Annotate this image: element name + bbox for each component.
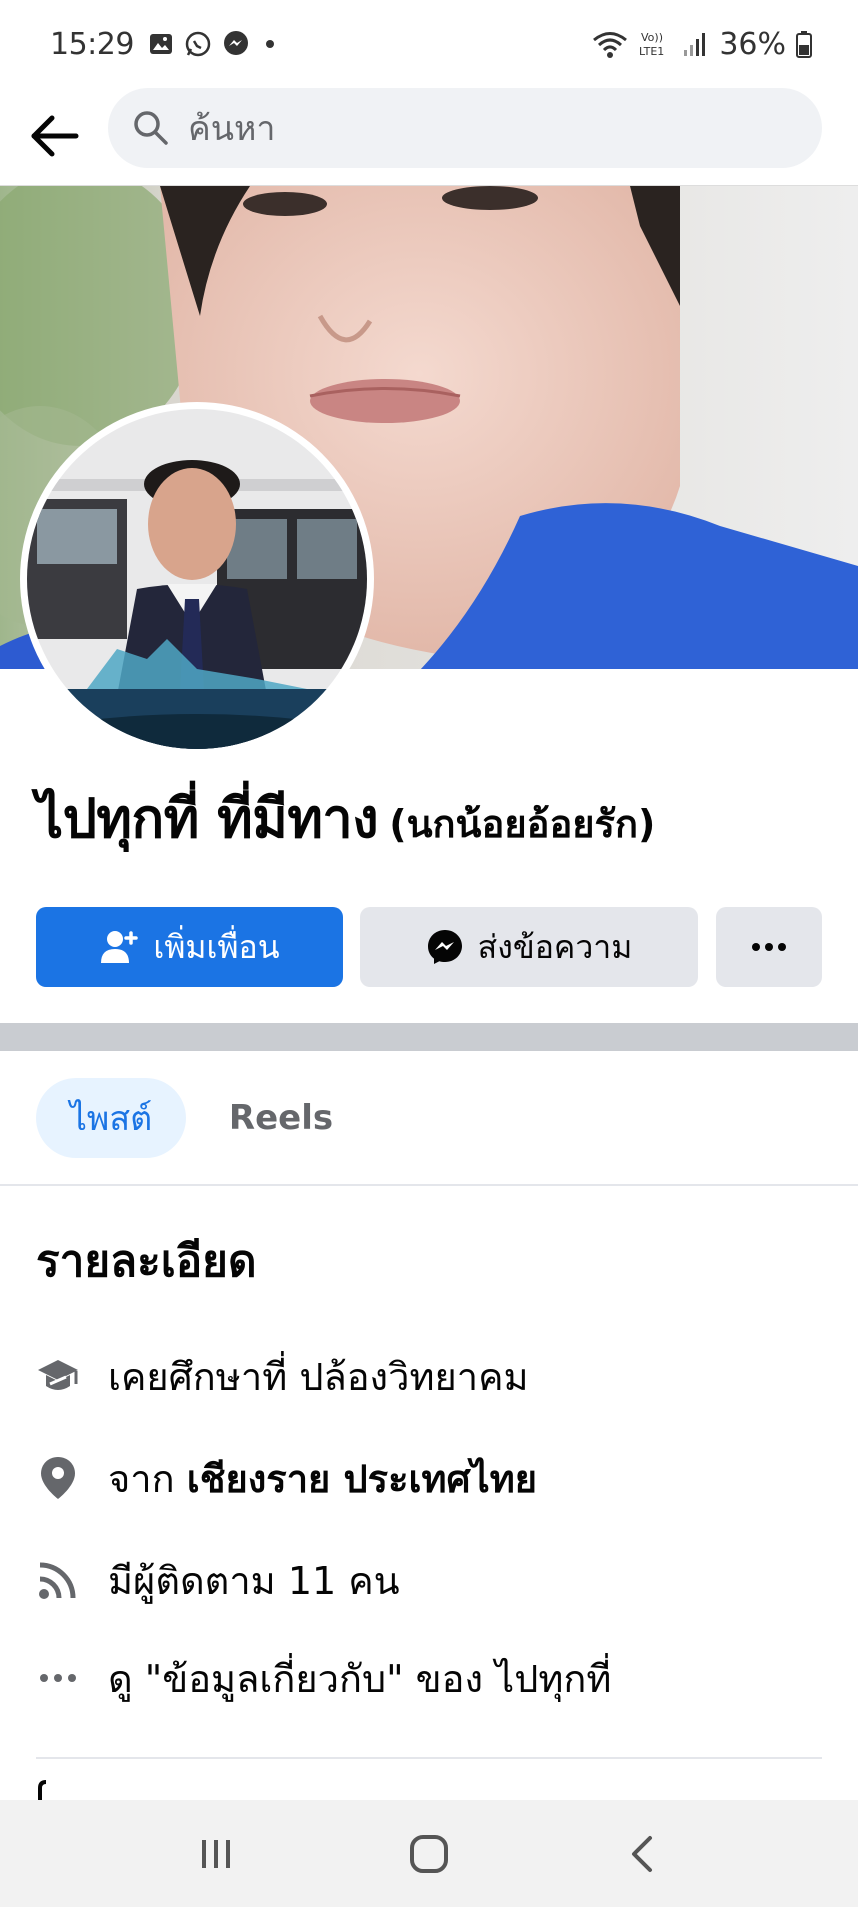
- person-plus-icon: [99, 929, 139, 965]
- details-title: รายละเอียด: [36, 1236, 257, 1287]
- location-pin-icon: [36, 1456, 80, 1500]
- profile-avatar[interactable]: [20, 402, 374, 756]
- recent-apps-icon: [202, 1839, 231, 1868]
- arrow-left-icon: [31, 115, 79, 157]
- signal-icon: [684, 33, 706, 56]
- followers-text: มีผู้ติดตาม 11 คน: [108, 1558, 400, 1603]
- tab-reels[interactable]: Reels: [206, 1078, 356, 1158]
- detail-education[interactable]: เคยศึกษาที่ ปล้องวิทยาคม: [36, 1346, 836, 1406]
- messenger-notification-icon: [223, 31, 248, 55]
- profile-actions: เพิ่มเพื่อน ส่งข้อความ: [36, 907, 822, 987]
- profile-alternate-name: (นกน้อยอ้อยรัก): [389, 802, 656, 846]
- location-text: จาก เชียงราย ประเทศไทย: [108, 1448, 537, 1509]
- location-prefix: จาก: [108, 1456, 187, 1501]
- status-bar: 15:29 Vo)) LTE1 36%: [0, 0, 858, 88]
- tab-posts[interactable]: ไพสต์: [36, 1078, 186, 1158]
- status-right: Vo)) LTE1 36%: [591, 0, 812, 88]
- detail-followers[interactable]: มีผู้ติดตาม 11 คน: [36, 1550, 836, 1610]
- detail-see-about[interactable]: ดู "ข้อมูลเกี่ยวกับ" ของ ไปทุกที่: [36, 1648, 836, 1708]
- back-nav-button[interactable]: [602, 1814, 682, 1894]
- messenger-icon: [426, 928, 464, 966]
- section-divider: [0, 1023, 858, 1051]
- home-button[interactable]: [389, 1814, 469, 1894]
- see-about-text: ดู "ข้อมูลเกี่ยวกับ" ของ ไปทุกที่: [108, 1656, 612, 1701]
- message-button[interactable]: ส่งข้อความ: [360, 907, 698, 987]
- recent-apps-button[interactable]: [176, 1814, 256, 1894]
- more-dots-icon: [36, 1656, 80, 1700]
- avatar-image: [27, 409, 367, 749]
- battery-icon: [796, 31, 812, 58]
- volte-icon: Vo))LTE1: [639, 31, 664, 58]
- more-dots-icon: [752, 943, 786, 951]
- education-text: เคยศึกษาที่ ปล้องวิทยาคม: [108, 1354, 529, 1399]
- battery-percent: 36%: [719, 26, 786, 62]
- chevron-left-icon: [631, 1835, 652, 1872]
- add-friend-button[interactable]: เพิ่มเพื่อน: [36, 907, 343, 987]
- status-time: 15:29: [50, 26, 134, 62]
- search-input[interactable]: ค้นหา: [108, 88, 822, 168]
- home-icon: [409, 1834, 448, 1873]
- avatar: [27, 409, 367, 749]
- next-section-peek: [36, 1780, 76, 1800]
- top-bar: ค้นหา: [0, 88, 858, 184]
- profile-tabs: ไพสต์ Reels: [0, 1051, 858, 1186]
- svg-text:Vo)): Vo)): [641, 31, 663, 44]
- more-options-button[interactable]: [716, 907, 822, 987]
- message-label: ส่งข้อความ: [477, 927, 633, 966]
- wifi-icon: [593, 32, 628, 58]
- dot-icon: [265, 40, 274, 48]
- rss-icon: [36, 1558, 80, 1602]
- profile-name: ไปทุกที่ ที่มีทาง (นกน้อยอ้อยรัก): [36, 775, 836, 861]
- detail-location[interactable]: จาก เชียงราย ประเทศไทย: [36, 1448, 836, 1508]
- profile-name-main: ไปทุกที่ ที่มีทาง: [36, 787, 379, 850]
- svg-text:LTE1: LTE1: [639, 45, 664, 58]
- notification-icons: [148, 30, 280, 58]
- back-button[interactable]: [20, 101, 90, 171]
- whatsapp-icon: [185, 31, 211, 57]
- location-place[interactable]: เชียงราย ประเทศไทย: [187, 1457, 537, 1501]
- graduation-cap-icon: [36, 1354, 80, 1398]
- search-placeholder: ค้นหา: [188, 109, 276, 149]
- gallery-icon: [149, 34, 172, 54]
- details-divider: [36, 1757, 822, 1759]
- system-nav-bar: [0, 1800, 858, 1907]
- search-icon: [134, 111, 168, 145]
- add-friend-label: เพิ่มเพื่อน: [153, 927, 280, 966]
